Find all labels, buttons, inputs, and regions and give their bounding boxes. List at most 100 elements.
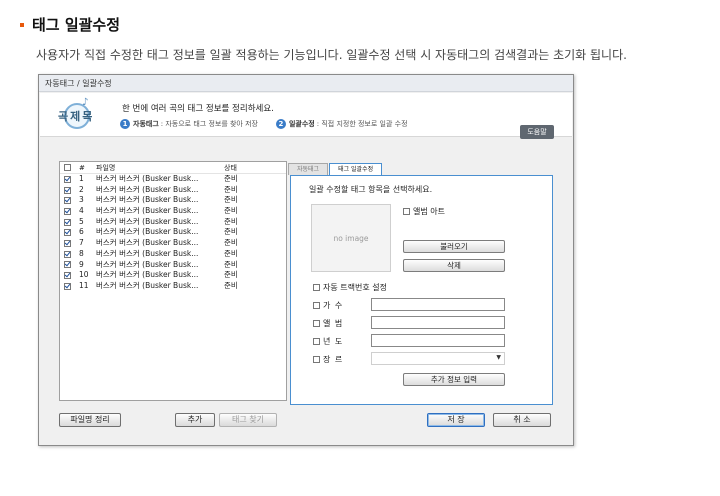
row-filename: 버스커 버스커 (Busker Busk... [96, 206, 199, 216]
cancel-button[interactable]: 취 소 [493, 413, 551, 427]
find-tag-button[interactable]: 태그 찾기 [219, 413, 277, 427]
row-checkbox[interactable] [64, 261, 71, 269]
album-art-checkbox[interactable] [403, 208, 410, 215]
track-number-checkbox[interactable] [313, 284, 320, 291]
artist-option[interactable]: 가 수 [313, 300, 343, 311]
row-filename: 버스커 버스커 (Busker Busk... [96, 280, 199, 290]
filename-cleanup-button[interactable]: 파일명 정리 [59, 413, 121, 427]
step-2-icon: 2 [275, 119, 286, 129]
batch-edit-desc: : 직접 지정한 정보로 일괄 수정 [316, 120, 408, 128]
load-image-button[interactable]: 불러오기 [403, 240, 505, 253]
row-checkbox[interactable] [64, 282, 71, 290]
select-all-checkbox[interactable] [64, 164, 71, 171]
page-title: 태그 일괄수정 [32, 16, 121, 34]
row-status: 준비 [224, 248, 238, 258]
table-row[interactable]: 9 버스커 버스커 (Busker Busk... 준비 [60, 260, 286, 271]
row-number: 2 [79, 184, 84, 194]
artist-input[interactable] [371, 298, 505, 311]
row-checkbox[interactable] [64, 197, 71, 205]
row-status: 준비 [224, 238, 238, 248]
window-title: 자동태그 / 일괄수정 [39, 75, 573, 92]
table-row[interactable]: 10 버스커 버스커 (Busker Busk... 준비 [60, 270, 286, 281]
page-heading: 태그 일괄수정 [20, 14, 120, 35]
artist-label: 가 수 [323, 301, 344, 310]
row-status: 준비 [224, 259, 238, 269]
table-row[interactable]: 6 버스커 버스커 (Busker Busk... 준비 [60, 227, 286, 238]
row-number: 7 [79, 238, 84, 248]
row-number: 5 [79, 216, 84, 226]
row-checkbox[interactable] [64, 175, 71, 183]
row-filename: 버스커 버스커 (Busker Busk... [96, 259, 199, 269]
tab-auto-tag[interactable]: 자동태그 [288, 163, 329, 175]
row-checkbox[interactable] [64, 272, 71, 280]
page-description: 사용자가 직접 수정한 태그 정보를 일괄 적용하는 기능입니다. 일괄수정 선… [36, 48, 627, 62]
row-number: 10 [79, 270, 89, 280]
row-checkbox[interactable] [64, 229, 71, 237]
row-filename: 버스커 버스커 (Busker Busk... [96, 184, 199, 194]
row-checkbox[interactable] [64, 239, 71, 247]
table-row[interactable]: 1 버스커 버스커 (Busker Busk... 준비 [60, 174, 286, 185]
banner-description: 1 자동태그 : 자동으로 태그 정보를 찾아 저장 2 일괄수정 : 직접 지… [120, 119, 408, 129]
genre-label: 장 르 [323, 355, 344, 364]
help-button[interactable]: 도움말 [520, 125, 554, 139]
row-number: 6 [79, 227, 84, 237]
track-number-label: 자동 트랙번호 설정 [323, 283, 387, 292]
row-number: 3 [79, 195, 84, 205]
table-row[interactable]: 8 버스커 버스커 (Busker Busk... 준비 [60, 249, 286, 260]
row-number: 9 [79, 259, 84, 269]
col-status[interactable]: 상태 [220, 162, 260, 173]
chevron-down-icon: ▼ [496, 354, 501, 361]
row-checkbox[interactable] [64, 207, 71, 215]
more-info-button[interactable]: 추가 정보 입력 [403, 373, 505, 386]
table-row[interactable]: 4 버스커 버스커 (Busker Busk... 준비 [60, 206, 286, 217]
row-filename: 버스커 버스커 (Busker Busk... [96, 216, 199, 226]
row-checkbox[interactable] [64, 218, 71, 226]
table-row[interactable]: 11 버스커 버스커 (Busker Busk... 준비 [60, 281, 286, 292]
tab-bar: 자동태그 태그 일괄수정 [288, 163, 383, 176]
year-label: 년 도 [323, 337, 344, 346]
row-status: 준비 [224, 206, 238, 216]
album-option[interactable]: 앨 범 [313, 318, 343, 329]
row-number: 1 [79, 174, 84, 183]
row-filename: 버스커 버스커 (Busker Busk... [96, 174, 199, 183]
batch-edit-label: 일괄수정 [288, 120, 315, 128]
song-title-logo-icon: 곡제목 ♪ [56, 97, 98, 133]
row-filename: 버스커 버스커 (Busker Busk... [96, 270, 199, 280]
year-checkbox[interactable] [313, 338, 320, 345]
table-row[interactable]: 3 버스커 버스커 (Busker Busk... 준비 [60, 195, 286, 206]
row-status: 준비 [224, 174, 238, 183]
row-number: 11 [79, 280, 89, 290]
artist-checkbox[interactable] [313, 302, 320, 309]
row-status: 준비 [224, 280, 238, 290]
delete-image-button[interactable]: 삭제 [403, 259, 505, 272]
col-filename[interactable]: 파일명 [92, 162, 220, 173]
row-checkbox[interactable] [64, 250, 71, 258]
album-art-option[interactable]: 앨범 아트 [403, 206, 445, 217]
genre-option[interactable]: 장 르 [313, 354, 343, 365]
album-checkbox[interactable] [313, 320, 320, 327]
banner-title: 한 번에 여러 곡의 태그 정보를 정리하세요. [122, 104, 274, 114]
year-option[interactable]: 년 도 [313, 336, 343, 347]
row-filename: 버스커 버스커 (Busker Busk... [96, 238, 199, 248]
table-row[interactable]: 2 버스커 버스커 (Busker Busk... 준비 [60, 185, 286, 196]
file-list[interactable]: # 파일명 상태 1 버스커 버스커 (Busker Busk... 준비 2 버스커 … [59, 161, 287, 401]
row-filename: 버스커 버스커 (Busker Busk... [96, 227, 199, 237]
track-number-option[interactable]: 자동 트랙번호 설정 [313, 282, 387, 293]
table-row[interactable]: 5 버스커 버스커 (Busker Busk... 준비 [60, 217, 286, 228]
album-label: 앨 범 [323, 319, 344, 328]
row-number: 4 [79, 206, 84, 216]
table-row[interactable]: 7 버스커 버스커 (Busker Busk... 준비 [60, 238, 286, 249]
save-button[interactable]: 저 장 [427, 413, 485, 427]
album-art-preview: no image [311, 204, 391, 272]
row-number: 8 [79, 248, 84, 258]
genre-select[interactable]: ▼ [371, 352, 505, 365]
file-list-rows: 1 버스커 버스커 (Busker Busk... 준비 2 버스커 버스커 (Busk… [60, 174, 286, 292]
row-checkbox[interactable] [64, 186, 71, 194]
info-banner: 곡제목 ♪ 한 번에 여러 곡의 태그 정보를 정리하세요. 1 자동태그 : … [40, 93, 572, 139]
add-button[interactable]: 추가 [175, 413, 215, 427]
row-filename: 버스커 버스커 (Busker Busk... [96, 248, 199, 258]
row-status: 준비 [224, 270, 238, 280]
album-input[interactable] [371, 316, 505, 329]
genre-checkbox[interactable] [313, 356, 320, 363]
year-input[interactable] [371, 334, 505, 347]
